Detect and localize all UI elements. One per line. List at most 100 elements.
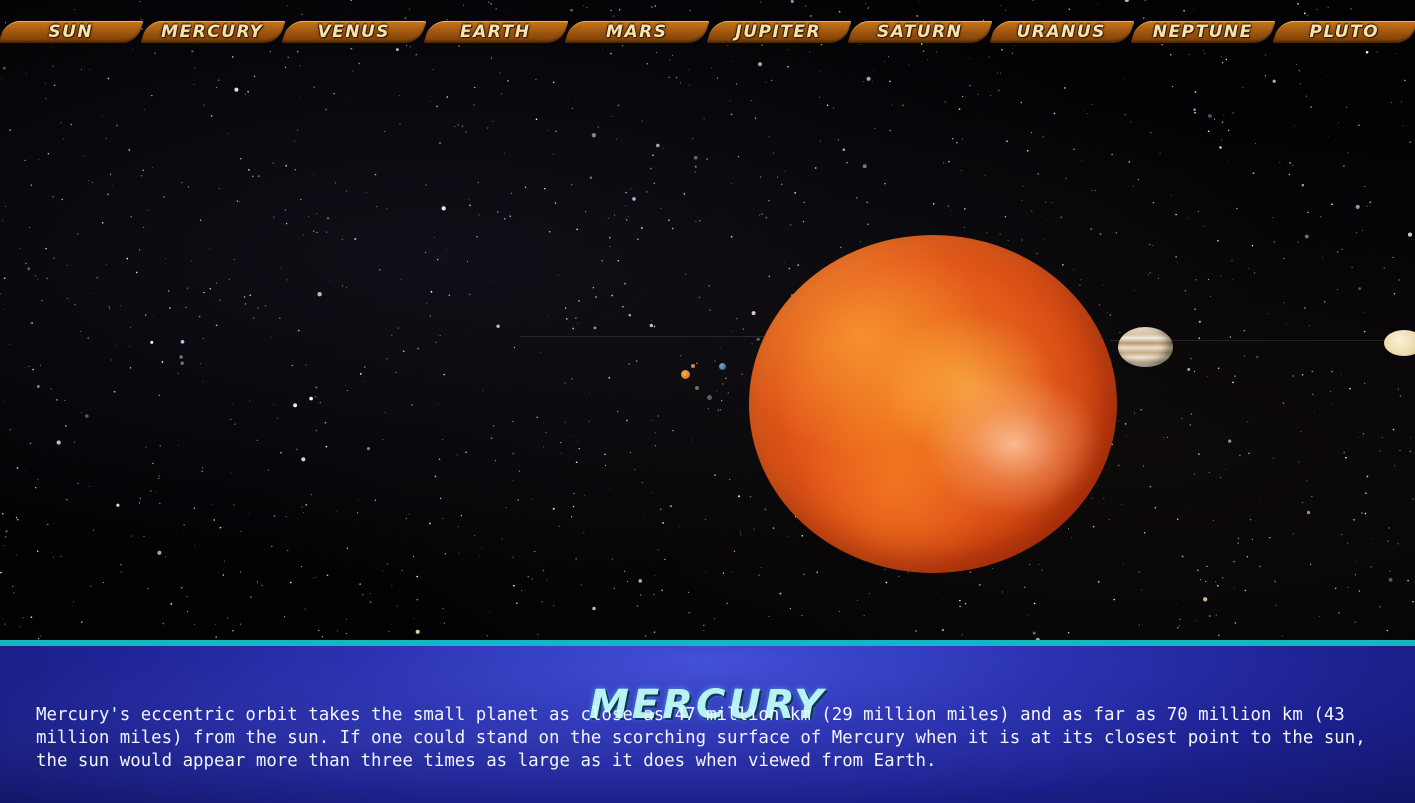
selected-planet-globe[interactable] <box>749 235 1117 573</box>
nav-tab-neptune[interactable]: Neptune <box>1130 19 1276 45</box>
star <box>1121 503 1122 505</box>
star <box>544 187 546 190</box>
star <box>1179 618 1181 621</box>
star <box>369 593 371 595</box>
star <box>1412 600 1414 603</box>
star <box>977 93 979 95</box>
star <box>158 60 159 62</box>
planet-venus-small[interactable] <box>691 364 695 368</box>
star <box>1365 50 1369 54</box>
star <box>300 13 303 16</box>
star <box>618 8 621 11</box>
star <box>316 212 318 214</box>
star <box>668 219 670 221</box>
star <box>611 558 614 560</box>
star <box>722 572 725 574</box>
nav-tab-jupiter[interactable]: Jupiter <box>705 19 851 45</box>
star <box>1031 210 1033 212</box>
star <box>695 220 697 222</box>
planet-moon-small[interactable] <box>695 386 699 390</box>
star <box>52 196 54 198</box>
star <box>0 571 2 574</box>
star <box>1109 314 1112 316</box>
star <box>577 323 579 324</box>
star <box>439 334 441 336</box>
star <box>1189 507 1191 509</box>
star <box>474 535 476 537</box>
star <box>1038 564 1040 566</box>
star <box>1225 468 1227 470</box>
star <box>1309 325 1310 326</box>
space-viewport <box>0 0 1415 640</box>
star <box>53 84 56 87</box>
nav-tab-sun[interactable]: Sun <box>0 19 144 45</box>
star <box>537 633 539 636</box>
star <box>1388 577 1393 582</box>
star <box>299 65 301 67</box>
star <box>758 574 760 576</box>
star <box>109 173 112 176</box>
star <box>111 359 113 361</box>
star <box>112 185 114 187</box>
star <box>1183 9 1185 12</box>
star <box>809 51 811 53</box>
star <box>469 204 471 207</box>
star <box>692 137 694 139</box>
star <box>699 219 701 222</box>
star <box>1397 543 1399 545</box>
star <box>256 439 258 441</box>
star <box>456 454 458 456</box>
star <box>1388 527 1390 529</box>
star <box>1254 272 1256 274</box>
star <box>219 299 221 301</box>
star <box>194 67 196 69</box>
nav-tab-earth[interactable]: Earth <box>422 19 568 45</box>
star <box>786 49 789 51</box>
star <box>107 193 109 196</box>
star <box>223 568 224 570</box>
nav-tab-mercury[interactable]: Mercury <box>139 19 285 45</box>
star <box>1103 284 1104 286</box>
nav-tab-pluto[interactable]: Pluto <box>1271 19 1415 45</box>
star <box>915 630 917 632</box>
planet-earth-small[interactable] <box>719 363 726 370</box>
star <box>1298 461 1300 463</box>
star <box>908 64 910 66</box>
nav-tab-uranus[interactable]: Uranus <box>988 19 1134 45</box>
star <box>653 325 656 328</box>
star <box>61 198 63 201</box>
star <box>1060 216 1063 219</box>
star <box>512 556 514 559</box>
star <box>80 69 82 70</box>
nav-tab-venus[interactable]: Venus <box>281 19 427 45</box>
star <box>1203 49 1204 51</box>
star <box>487 127 489 129</box>
star <box>1030 131 1032 134</box>
star <box>382 570 384 572</box>
star <box>215 324 218 327</box>
planet-jupiter[interactable] <box>1118 327 1173 367</box>
star <box>657 549 659 551</box>
star <box>633 468 636 471</box>
star <box>1005 9 1007 11</box>
star <box>1073 148 1075 150</box>
star <box>1363 382 1366 384</box>
star <box>1341 533 1343 535</box>
star <box>138 502 141 504</box>
star <box>114 345 116 347</box>
star <box>646 62 649 65</box>
star <box>214 623 216 626</box>
planet-mars-small[interactable] <box>707 395 712 400</box>
star <box>627 216 629 218</box>
star <box>1393 172 1395 174</box>
star <box>1247 268 1249 270</box>
star <box>1205 580 1207 583</box>
star <box>41 300 43 302</box>
star <box>641 481 644 484</box>
nav-tab-saturn[interactable]: Saturn <box>847 19 993 45</box>
star <box>143 226 145 228</box>
planet-mercury-small[interactable] <box>681 370 690 379</box>
nav-tab-mars[interactable]: Mars <box>564 19 710 45</box>
star <box>511 192 513 194</box>
star <box>63 138 65 140</box>
